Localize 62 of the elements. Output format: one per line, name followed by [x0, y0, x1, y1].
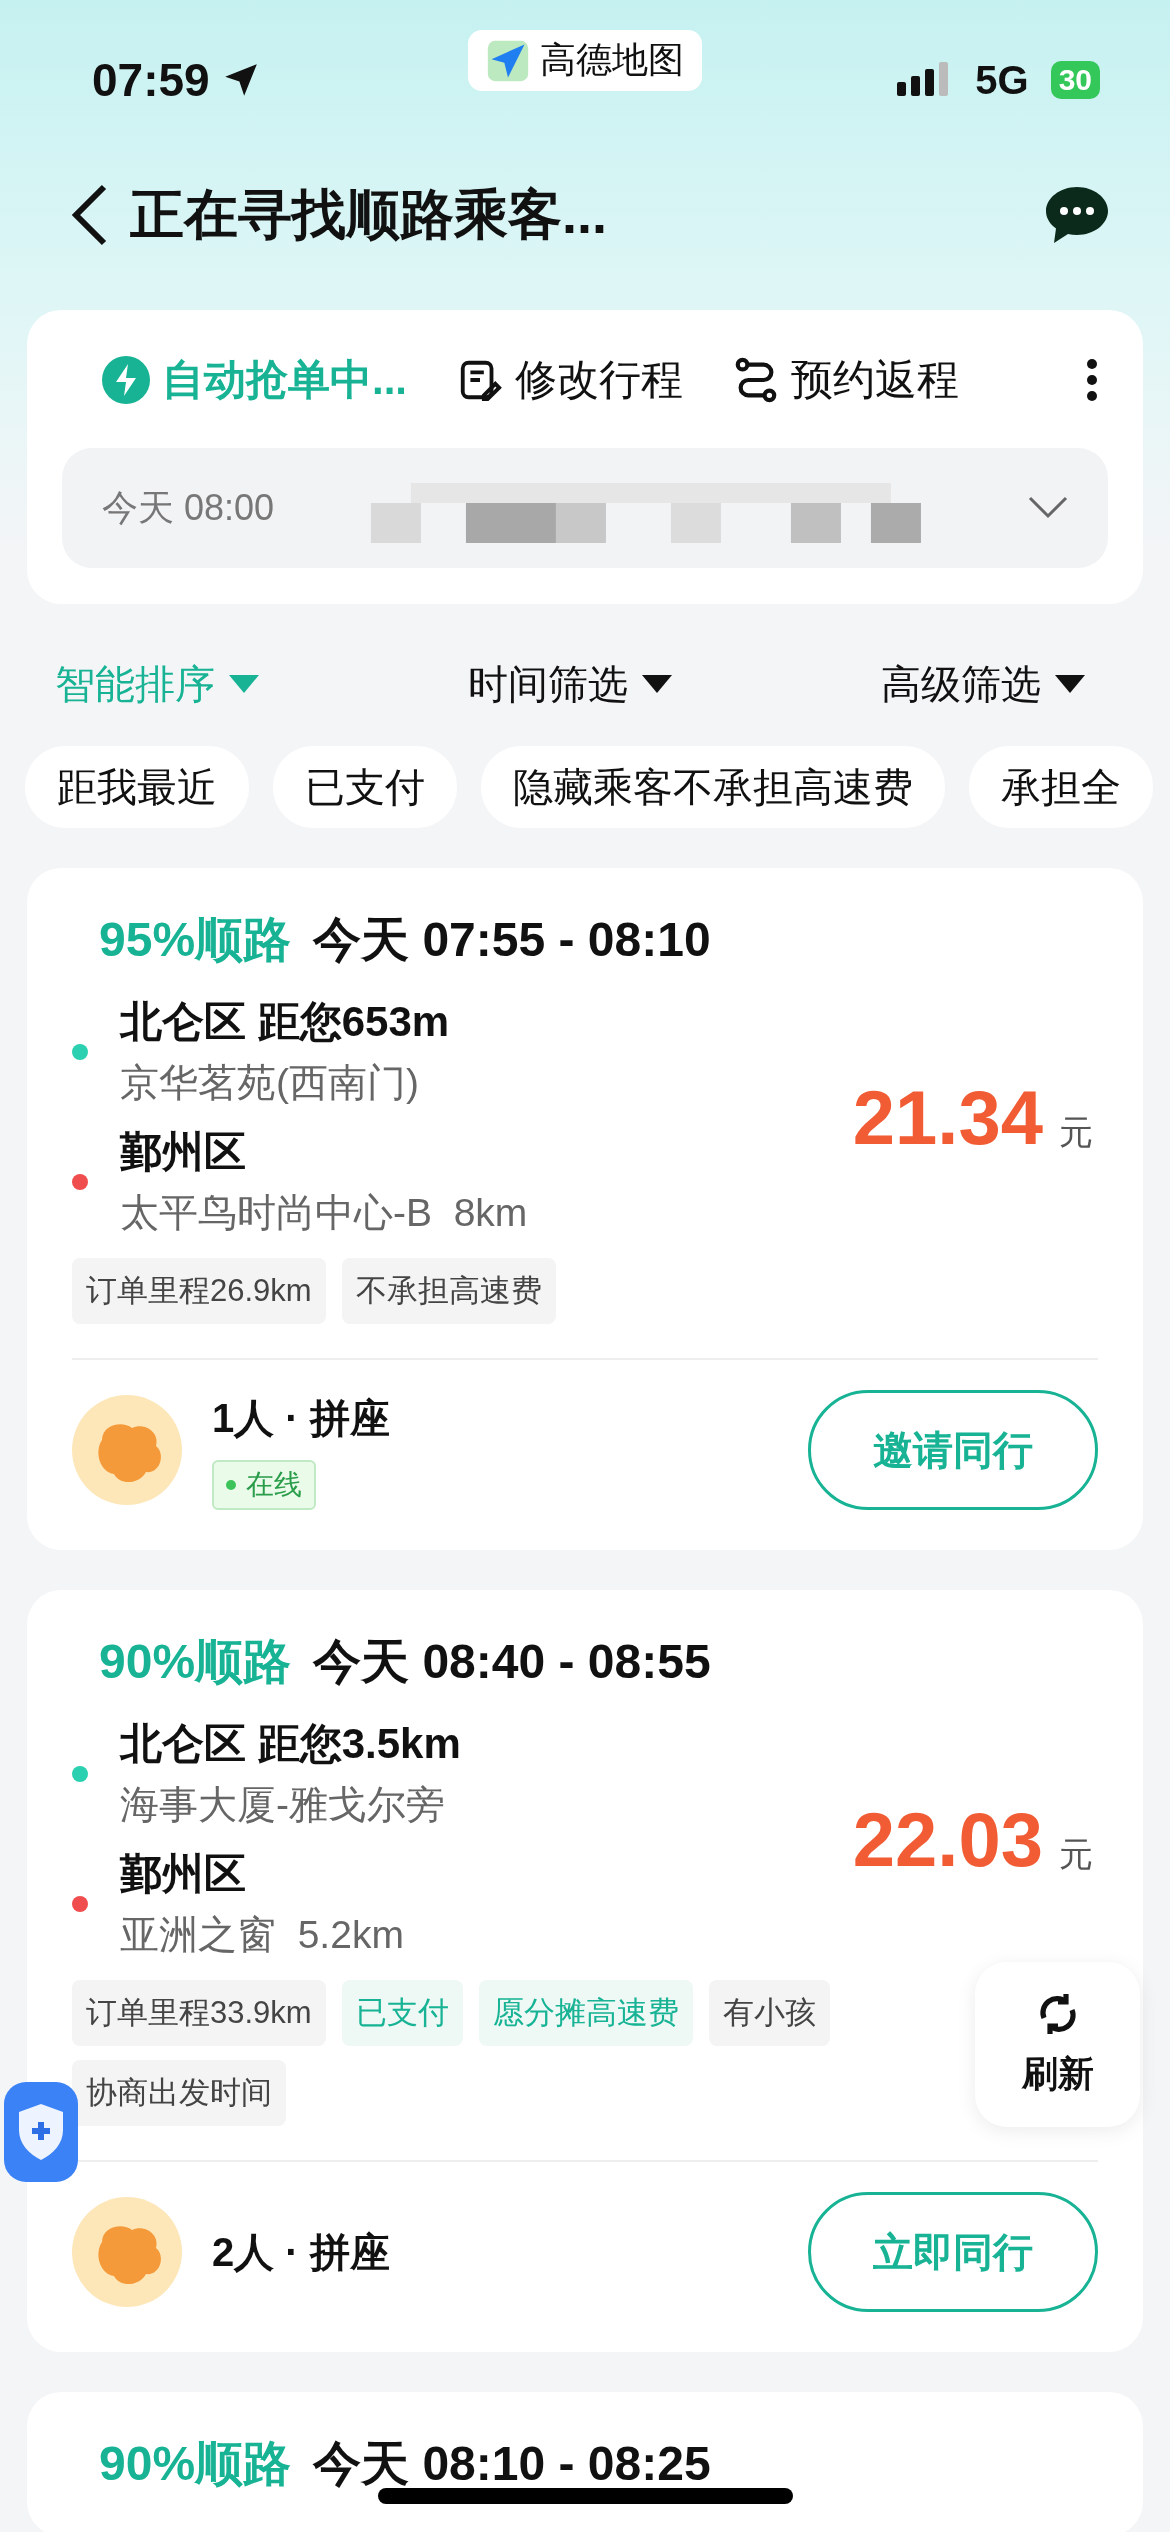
- paper-plane-icon: [486, 38, 530, 83]
- dropdown-caret-icon: [229, 675, 259, 693]
- order-tag: 协商出发时间: [72, 2060, 286, 2126]
- dropoff-dot-icon: [72, 1174, 88, 1190]
- trip-action-button[interactable]: 修改行程: [457, 352, 683, 408]
- trip-action-button[interactable]: 预约返程: [733, 352, 959, 408]
- price-unit: 元: [1059, 1833, 1093, 1875]
- dropoff-area: 鄞州区: [120, 1124, 528, 1180]
- sort-tab[interactable]: 高级筛选: [881, 656, 1085, 712]
- order-card[interactable]: 95%顺路 今天 07:55 - 08:10 北仑区 距您653m 京华茗苑(西南门) 鄞州区 太平鸟时尚中心-B 8km 21.34 元 订单里程26.9km 不承担高速费 1人 · 拼座 在线 邀请同行: [27, 868, 1143, 1550]
- passenger-info: 2人 · 拼座: [212, 2228, 391, 2276]
- pickup-dot-icon: [72, 1766, 88, 1782]
- online-badge: 在线: [212, 1459, 316, 1510]
- sort-tab[interactable]: 时间筛选: [468, 656, 672, 712]
- order-tag: 不承担高速费: [341, 1258, 556, 1324]
- dropdown-caret-icon: [642, 675, 672, 693]
- trip-summary-text: 今天 08:00: [102, 485, 275, 530]
- time-range: 今天 08:10 - 08:25: [313, 2436, 711, 2492]
- refresh-button[interactable]: 刷新: [975, 1962, 1140, 2127]
- filter-chip[interactable]: 距我最近: [25, 746, 249, 828]
- price: 22.03: [852, 1795, 1043, 1883]
- status-time: 07:59: [92, 53, 260, 107]
- time-range: 今天 08:40 - 08:55: [313, 1634, 711, 1690]
- dropoff-address: 太平鸟时尚中心-B 8km: [120, 1190, 528, 1236]
- match-rate: 90%顺路: [99, 1634, 292, 1690]
- avatar-icon: [72, 2197, 182, 2307]
- chat-bubble-icon[interactable]: [1044, 185, 1110, 245]
- time-range: 今天 07:55 - 08:10: [313, 912, 711, 968]
- chevron-down-icon: [1028, 496, 1068, 520]
- order-tag: 订单里程26.9km: [72, 1258, 326, 1324]
- order-tag: 已支付: [341, 1980, 463, 2046]
- order-tag: 有小孩: [708, 1980, 830, 2046]
- app-name: 高德地图: [540, 38, 684, 82]
- dropdown-caret-icon: [1055, 675, 1085, 693]
- battery-level: 30: [1050, 61, 1100, 99]
- pickup-area: 北仑区 距您653m: [120, 994, 450, 1050]
- lightning-icon: [102, 356, 150, 404]
- dropoff-area: 鄞州区: [120, 1846, 404, 1902]
- price: 21.34: [852, 1073, 1043, 1161]
- network-label: 5G: [975, 57, 1029, 103]
- filter-chip[interactable]: 已支付: [273, 746, 457, 828]
- safety-shield-button[interactable]: [4, 2082, 78, 2182]
- passenger-info: 1人 · 拼座: [212, 1394, 391, 1442]
- order-tag: 愿分摊高速费: [478, 1980, 693, 2046]
- page-title: 正在寻找顺路乘客...: [130, 182, 608, 246]
- order-tag: 订单里程33.9km: [72, 1980, 326, 2046]
- pickup-area: 北仑区 距您3.5km: [120, 1716, 461, 1772]
- pickup-address: 京华茗苑(西南门): [120, 1060, 420, 1106]
- filter-chip[interactable]: 承担全: [969, 746, 1153, 828]
- app-badge[interactable]: 高德地图: [468, 30, 702, 91]
- filter-chip[interactable]: 隐藏乘客不承担高速费: [481, 746, 945, 828]
- match-rate: 90%顺路: [99, 2436, 292, 2492]
- dropoff-address: 亚洲之窗 5.2km: [120, 1912, 404, 1958]
- route-icon: [733, 357, 779, 403]
- avatar-icon: [72, 1395, 182, 1505]
- order-card[interactable]: 90%顺路 今天 08:10 - 08:25: [27, 2392, 1143, 2532]
- pickup-address: 海事大厦-雅戈尔旁: [120, 1782, 446, 1828]
- price-unit: 元: [1059, 1111, 1093, 1153]
- pickup-dot-icon: [72, 1044, 88, 1060]
- match-rate: 95%顺路: [99, 912, 292, 968]
- trip-summary[interactable]: 今天 08:00: [62, 448, 1108, 568]
- dropoff-dot-icon: [72, 1896, 88, 1912]
